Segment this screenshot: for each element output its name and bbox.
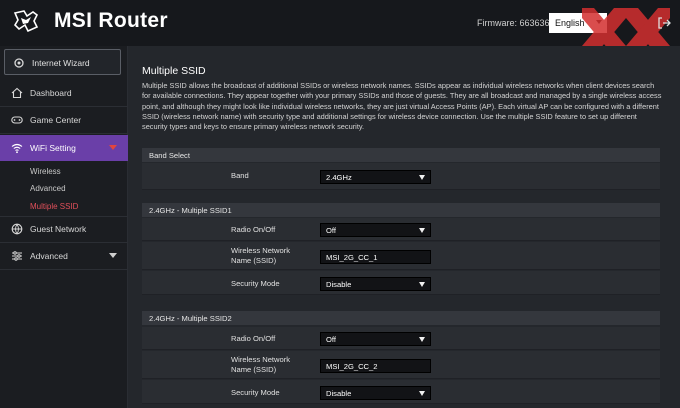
globe-icon bbox=[11, 223, 23, 235]
sidebar-item-dashboard[interactable]: Dashboard bbox=[0, 80, 128, 106]
brand-title: MSI Router bbox=[54, 9, 168, 32]
divider bbox=[0, 269, 128, 270]
internet-wizard-button[interactable]: Internet Wizard bbox=[4, 49, 121, 75]
home-icon bbox=[11, 87, 23, 99]
section-header-band-select: Band Select bbox=[142, 148, 660, 162]
form-row-radio: Radio On/Off Off bbox=[142, 218, 660, 241]
security-select[interactable]: Disable bbox=[320, 277, 431, 291]
sliders-icon bbox=[12, 251, 22, 261]
chevron-down-icon bbox=[419, 228, 425, 233]
gear-icon bbox=[14, 58, 24, 68]
gamepad-icon bbox=[11, 116, 23, 124]
security-select[interactable]: Disable bbox=[320, 386, 431, 400]
form-row-ssid-name: Wireless Network Name (SSID) MSI_2G_CC_1 bbox=[142, 242, 660, 270]
chevron-down-icon bbox=[109, 253, 117, 258]
sidebar: Internet Wizard Dashboard Game Center Wi… bbox=[0, 46, 128, 408]
security-value: Disable bbox=[326, 389, 352, 398]
band-label: Band bbox=[231, 171, 249, 180]
sidebar-item-guest-network[interactable]: Guest Network bbox=[0, 216, 128, 242]
form-row-security: Security Mode Disable bbox=[142, 271, 660, 295]
sidebar-item-wifi-setting[interactable]: WiFi Setting bbox=[0, 135, 128, 161]
msi-dragon-logo-icon bbox=[13, 10, 39, 32]
form-row-ssid-name: Wireless Network Name (SSID) MSI_2G_CC_2 bbox=[142, 351, 660, 379]
ssid-name-label-line2: Name (SSID) bbox=[231, 256, 277, 265]
ssid-name-value: MSI_2G_CC_2 bbox=[326, 362, 378, 371]
sidebar-subitem-wireless[interactable]: Wireless bbox=[30, 167, 61, 176]
top-header: MSI Router Firmware: 663636 English bbox=[0, 0, 680, 56]
radio-select[interactable]: Off bbox=[320, 223, 431, 237]
security-label: Security Mode bbox=[231, 279, 280, 288]
firmware-version: Firmware: 663636 bbox=[477, 18, 550, 28]
radio-label: Radio On/Off bbox=[231, 334, 276, 343]
radio-value: Off bbox=[326, 335, 336, 344]
advanced-label: Advanced bbox=[30, 251, 68, 261]
internet-wizard-label: Internet Wizard bbox=[32, 58, 90, 68]
ssid-name-input[interactable]: MSI_2G_CC_1 bbox=[320, 250, 431, 264]
section-title: 2.4GHz - Multiple SSID1 bbox=[149, 206, 232, 215]
main-content: Multiple SSID Multiple SSID allows the b… bbox=[128, 46, 680, 408]
chevron-down-icon bbox=[419, 337, 425, 342]
page-description: Multiple SSID allows the broadcast of ad… bbox=[142, 81, 662, 132]
wifi-icon bbox=[11, 143, 23, 154]
sidebar-subitem-multiple-ssid[interactable]: Multiple SSID bbox=[30, 202, 78, 211]
radio-value: Off bbox=[326, 226, 336, 235]
divider bbox=[0, 133, 128, 134]
security-value: Disable bbox=[326, 280, 352, 289]
sidebar-item-advanced[interactable]: Advanced bbox=[0, 243, 128, 269]
game-center-label: Game Center bbox=[30, 115, 82, 125]
form-row-security: Security Mode Disable bbox=[142, 380, 660, 404]
section-title: Band Select bbox=[149, 151, 190, 160]
form-row-radio: Radio On/Off Off bbox=[142, 327, 660, 350]
security-label: Security Mode bbox=[231, 388, 280, 397]
ssid-name-label-line1: Wireless Network bbox=[231, 355, 291, 364]
section-title: 2.4GHz - Multiple SSID2 bbox=[149, 314, 232, 323]
dashboard-label: Dashboard bbox=[30, 88, 72, 98]
ssid-name-label: Wireless Network Name (SSID) bbox=[231, 246, 290, 266]
sidebar-item-game-center[interactable]: Game Center bbox=[0, 107, 128, 133]
ssid-name-input[interactable]: MSI_2G_CC_2 bbox=[320, 359, 431, 373]
ssid-name-label-line1: Wireless Network bbox=[231, 246, 291, 255]
radio-label: Radio On/Off bbox=[231, 225, 276, 234]
section-header-ssid2: 2.4GHz - Multiple SSID2 bbox=[142, 311, 660, 325]
chevron-down-icon bbox=[419, 391, 425, 396]
ssid-name-value: MSI_2G_CC_1 bbox=[326, 253, 378, 262]
wifi-setting-label: WiFi Setting bbox=[30, 143, 76, 153]
ssid-name-label-line2: Name (SSID) bbox=[231, 365, 277, 374]
form-row-band: Band 2.4GHz bbox=[142, 163, 660, 190]
guest-network-label: Guest Network bbox=[30, 224, 87, 234]
radio-select[interactable]: Off bbox=[320, 332, 431, 346]
logout-icon[interactable] bbox=[657, 16, 671, 30]
chevron-down-icon bbox=[419, 282, 425, 287]
sidebar-subitem-advanced[interactable]: Advanced bbox=[30, 184, 66, 193]
chevron-down-icon bbox=[419, 175, 425, 180]
band-select[interactable]: 2.4GHz bbox=[320, 170, 431, 184]
chevron-down-icon bbox=[109, 145, 117, 150]
band-value: 2.4GHz bbox=[326, 173, 352, 182]
page-title: Multiple SSID bbox=[142, 65, 206, 77]
ssid-name-label: Wireless Network Name (SSID) bbox=[231, 355, 290, 375]
section-header-ssid1: 2.4GHz - Multiple SSID1 bbox=[142, 203, 660, 217]
